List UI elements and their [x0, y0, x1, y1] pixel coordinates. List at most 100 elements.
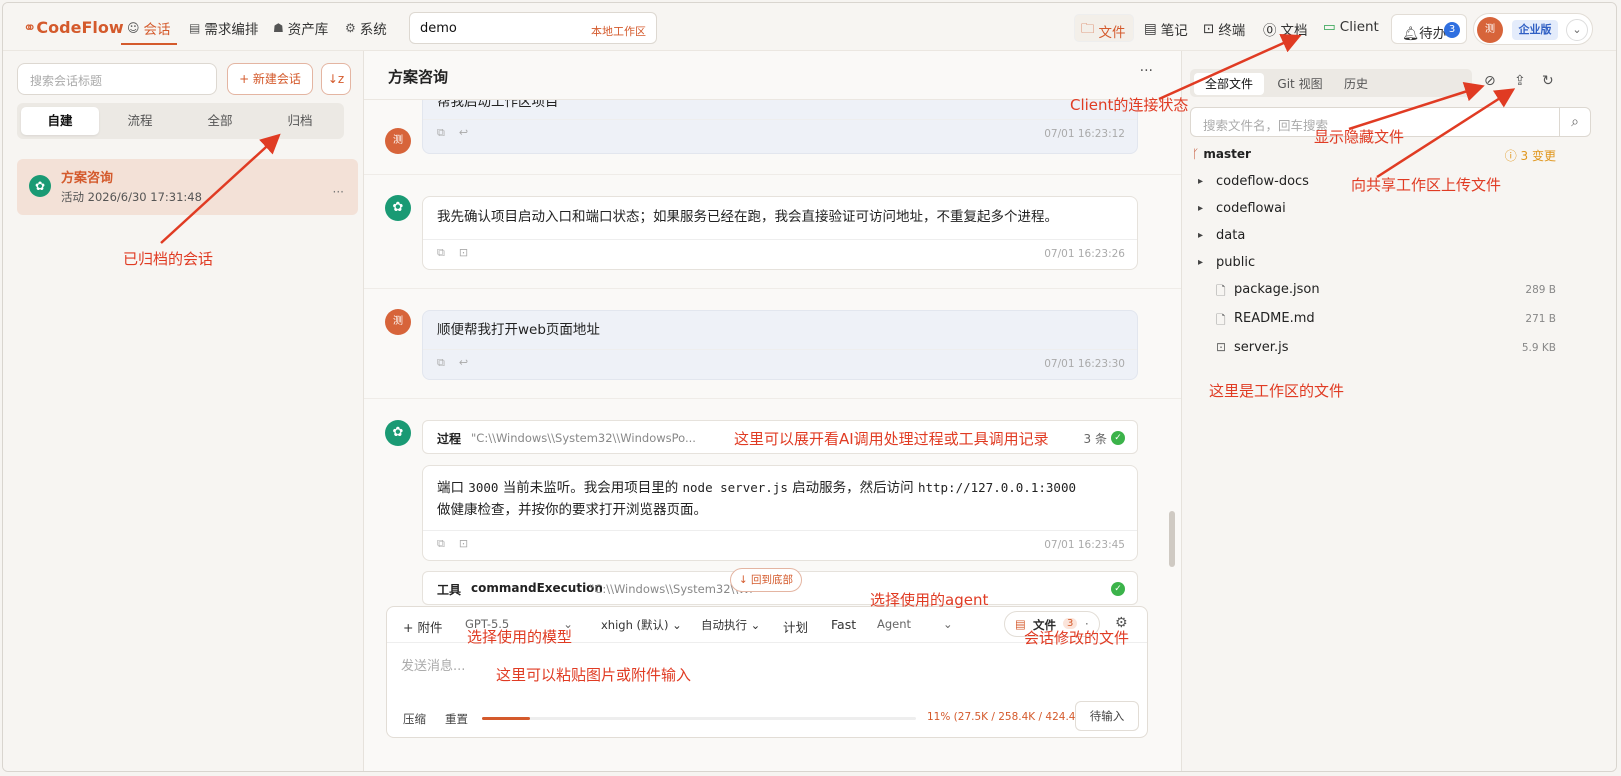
note-icon: ▤: [1144, 21, 1157, 37]
tab-archived[interactable]: 归档: [261, 107, 339, 135]
reasoning-select[interactable]: xhigh (默认) ⌄: [601, 617, 682, 633]
agent-select[interactable]: Agent ⌄: [877, 617, 953, 631]
folder-item[interactable]: ▸ data: [1182, 225, 1602, 252]
nav-label: 会话: [143, 22, 171, 38]
annotation-upload: 向共享工作区上传文件: [1351, 176, 1502, 194]
tool-label: 笔记: [1160, 23, 1188, 39]
folder-item[interactable]: ▸ public: [1182, 252, 1602, 279]
scrollbar[interactable]: [1169, 511, 1175, 567]
assistant-message: 端口 3000 当前未监听。我会用项目里的 node server.js 启动服…: [422, 465, 1138, 561]
gear-icon: ⚙: [345, 21, 356, 35]
avatar: 测: [385, 309, 411, 335]
divider: [423, 119, 1137, 120]
edition-badge: 企业版: [1512, 20, 1558, 40]
tool-name: commandExecution: [471, 581, 603, 595]
tab-self-created[interactable]: 自建: [21, 107, 99, 135]
nav-label: 需求编排: [204, 22, 259, 38]
message-text: 顺便帮我打开web页面地址: [437, 322, 600, 338]
logo-icon: ⚭: [23, 18, 37, 37]
file-name: server.js: [1234, 340, 1289, 355]
divider: [364, 288, 1181, 289]
logo-text: CodeFlow: [36, 18, 124, 37]
tool-client[interactable]: ▭ Client: [1323, 19, 1379, 35]
changes-indicator[interactable]: ⓘ 3 变更: [1505, 147, 1556, 164]
tab-git-view[interactable]: Git 视图: [1270, 73, 1330, 95]
message-time: 07/01 16:23:12: [1044, 128, 1125, 140]
divider: [423, 239, 1137, 240]
copy-icon[interactable]: ⧉ ⊡: [437, 246, 468, 260]
upload-icon[interactable]: ⇪: [1514, 73, 1526, 89]
new-conversation-button[interactable]: + 新建会话: [227, 63, 313, 95]
nav-system[interactable]: ⚙ 系统: [345, 18, 387, 38]
app-logo[interactable]: ⚭CodeFlow: [23, 18, 124, 37]
more-icon[interactable]: ···: [333, 185, 344, 199]
avatar: 测: [1477, 17, 1503, 43]
more-icon[interactable]: ···: [1140, 63, 1153, 79]
file-panel: 全部文件 Git 视图 历史 ⊘ ⇪ ↻ 搜索文件名，回车搜索 ⌕ ᚴ mast…: [1181, 51, 1616, 771]
annotation-process: 这里可以展开看AI调用处理过程或工具调用记录: [734, 430, 1049, 448]
pending-label: 🔔︎待办: [1402, 26, 1447, 42]
user-message: 帮我启动工作区项目 ⧉ ↩ 07/01 16:23:12: [422, 100, 1138, 154]
annotation-workspace-files: 这里是工作区的文件: [1209, 382, 1345, 400]
check-icon: ✓: [1111, 431, 1125, 445]
tool-notes[interactable]: ▤ 笔记: [1144, 19, 1188, 39]
tool-terminal[interactable]: ⊡ 终端: [1203, 19, 1245, 39]
file-item[interactable]: 🗋 README.md 271 B: [1182, 308, 1602, 335]
conversation-search-input[interactable]: 搜索会话标题: [17, 63, 217, 95]
tool-label: Client: [1339, 19, 1379, 35]
message-time: 07/01 16:23:30: [1044, 358, 1125, 370]
eye-off-icon[interactable]: ⊘: [1484, 73, 1496, 89]
tab-all[interactable]: 全部: [181, 107, 259, 135]
tool-files[interactable]: 🗀 文件: [1081, 19, 1126, 42]
tab-history[interactable]: 历史: [1336, 73, 1376, 95]
process-count: 3 条: [1083, 432, 1107, 446]
conversation-item[interactable]: ✿ 方案咨询 活动 2026/6/30 17:31:48 ···: [17, 159, 358, 215]
file-item[interactable]: ⊡ server.js 5.9 KB: [1182, 337, 1602, 364]
openai-icon: ✿: [385, 195, 411, 221]
attach-button[interactable]: + 附件: [403, 617, 442, 636]
copy-icon[interactable]: ⧉ ↩: [437, 126, 468, 140]
annotation-archived: 已归档的会话: [123, 250, 214, 268]
annotation-model: 选择使用的模型: [467, 628, 573, 646]
back-to-bottom-button[interactable]: ↓ 回到底部: [730, 568, 802, 592]
nav-requirements[interactable]: ▤ 需求编排: [189, 18, 258, 38]
bell-icon: 🔔︎: [1402, 26, 1420, 42]
tab-flow[interactable]: 流程: [101, 107, 179, 135]
help-icon: ⓪: [1263, 23, 1277, 39]
assistant-message: 我先确认项目启动入口和端口状态；如果服务已经在跑，我会直接验证可访问地址，不重复…: [422, 196, 1138, 270]
file-size: 289 B: [1525, 284, 1556, 296]
search-icon[interactable]: ⌕: [1559, 107, 1591, 137]
chevron-down-icon[interactable]: ⌄: [1566, 19, 1588, 41]
copy-icon[interactable]: ⧉ ↩: [437, 356, 468, 370]
chat-title: 方案咨询: [388, 68, 449, 86]
file-tabs: 全部文件 Git 视图 历史: [1190, 69, 1472, 97]
branch-indicator[interactable]: ᚴ master: [1192, 147, 1251, 161]
nav-chat[interactable]: ☺ 会话: [121, 18, 176, 45]
folder-item[interactable]: ▸ codeflowai: [1182, 198, 1602, 225]
file-icon: 🗋: [1216, 284, 1226, 298]
fast-toggle[interactable]: Fast: [831, 617, 856, 632]
chevron-right-icon: ▸: [1198, 257, 1204, 268]
refresh-icon[interactable]: ↻: [1542, 73, 1554, 89]
workspace-selector[interactable]: demo 本地工作区: [409, 12, 657, 44]
pending-button[interactable]: 🔔︎待办 3: [1391, 14, 1467, 44]
user-menu[interactable]: 测 企业版 ⌄: [1473, 13, 1593, 45]
avatar: 测: [385, 128, 411, 154]
reset-button[interactable]: 重置: [445, 711, 468, 727]
plan-toggle[interactable]: 计划: [783, 617, 808, 636]
conversation-sidebar: 搜索会话标题 + 新建会话 ↓z 自建 流程 全部 归档 ✿ 方案咨询 活动 2…: [3, 51, 364, 771]
nav-label: 资产库: [287, 22, 329, 38]
message-time: 07/01 16:23:45: [1044, 539, 1125, 551]
tab-all-files[interactable]: 全部文件: [1194, 73, 1264, 95]
message-text: 帮我启动工作区项目: [437, 100, 559, 110]
send-button[interactable]: 待输入: [1075, 701, 1139, 731]
tool-label: 文件: [1098, 24, 1126, 41]
exec-mode-select[interactable]: 自动执行 ⌄: [701, 617, 760, 633]
tool-docs[interactable]: ⓪ 文档: [1263, 19, 1308, 39]
compress-button[interactable]: 压缩: [403, 711, 426, 727]
copy-icon[interactable]: ⧉ ⊡: [437, 537, 468, 551]
nav-assets[interactable]: ☗ 资产库: [273, 18, 328, 38]
sort-icon[interactable]: ↓z: [321, 63, 351, 95]
message-input[interactable]: 发送消息...: [401, 655, 465, 674]
file-item[interactable]: 🗋 package.json 289 B: [1182, 279, 1602, 306]
